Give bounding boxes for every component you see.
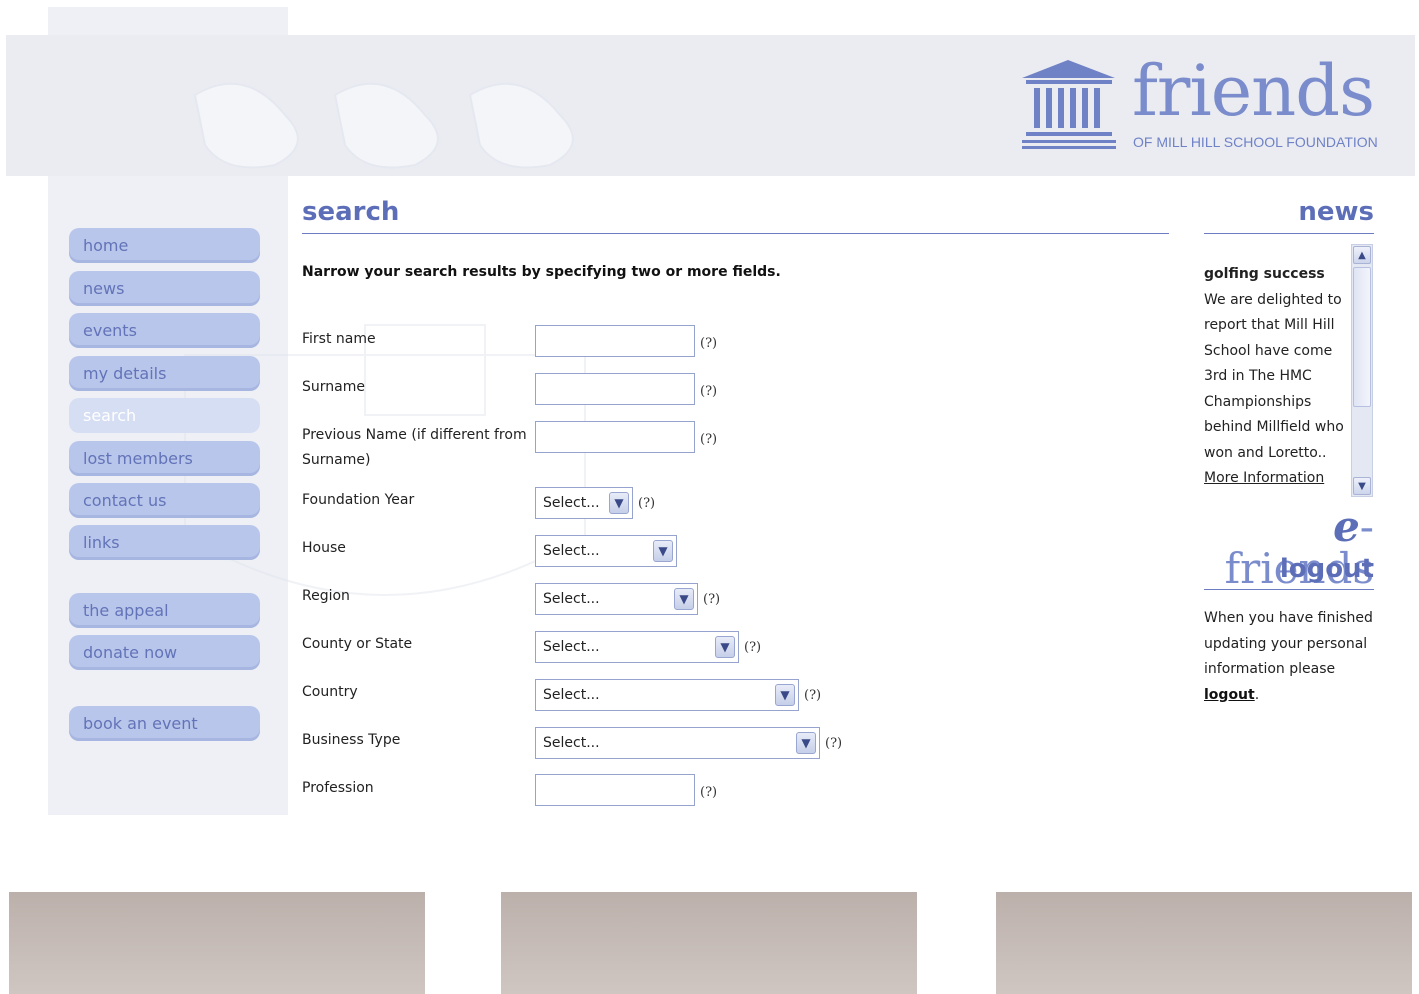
business-type-value: Select... — [543, 735, 600, 751]
county-label: County or State — [302, 636, 413, 652]
county-select[interactable]: Select... ▼ — [535, 631, 739, 663]
help-icon-first-name[interactable]: (?) — [700, 336, 717, 351]
logout-link[interactable]: logout — [1204, 687, 1255, 703]
county-value: Select... — [543, 639, 600, 655]
help-icon-county[interactable]: (?) — [744, 640, 761, 655]
help-icon-business-type[interactable]: (?) — [825, 736, 842, 751]
news-heading: news — [1298, 197, 1374, 227]
scroll-down-icon[interactable]: ▼ — [1353, 477, 1371, 495]
house-value: Select... — [543, 543, 600, 559]
house-select[interactable]: Select... ▼ — [535, 535, 677, 567]
chevron-down-icon: ▼ — [609, 492, 629, 514]
profession-input[interactable] — [535, 774, 695, 806]
help-icon-profession[interactable]: (?) — [700, 785, 717, 800]
news-text: We are delighted to report that Mill Hil… — [1204, 291, 1344, 461]
surname-input[interactable] — [535, 373, 695, 405]
chevron-down-icon: ▼ — [715, 636, 735, 658]
nav-lost-members[interactable]: lost members — [69, 441, 260, 476]
nav-my-details[interactable]: my details — [69, 356, 260, 391]
logout-period: . — [1254, 686, 1260, 703]
nav-book-an-event[interactable]: book an event — [69, 706, 260, 741]
previous-name-input[interactable] — [535, 421, 695, 453]
footer-panel-center — [501, 892, 917, 994]
business-type-select[interactable]: Select... ▼ — [535, 727, 820, 759]
foundation-year-select[interactable]: Select... ▼ — [535, 487, 633, 519]
nav-home[interactable]: home — [69, 228, 260, 263]
nav-news[interactable]: news — [69, 271, 260, 306]
help-icon-surname[interactable]: (?) — [700, 384, 717, 399]
chevron-down-icon: ▼ — [775, 684, 795, 706]
news-divider — [1204, 233, 1374, 234]
scroll-thumb[interactable] — [1353, 267, 1371, 407]
nav-links[interactable]: links — [69, 525, 260, 560]
region-value: Select... — [543, 591, 600, 607]
country-value: Select... — [543, 687, 600, 703]
logout-message: When you have finished updating your per… — [1204, 606, 1374, 708]
region-label: Region — [302, 588, 350, 604]
foundation-year-label: Foundation Year — [302, 492, 415, 508]
news-headline: golfing success — [1204, 266, 1325, 282]
chevron-down-icon: ▼ — [674, 588, 694, 610]
profession-label: Profession — [302, 780, 374, 796]
business-type-label: Business Type — [302, 732, 401, 748]
help-icon-country[interactable]: (?) — [804, 688, 821, 703]
help-icon-foundation-year[interactable]: (?) — [638, 496, 655, 511]
help-icon-region[interactable]: (?) — [703, 592, 720, 607]
logout-heading: logout — [1279, 554, 1374, 584]
first-name-label: First name — [302, 331, 376, 347]
news-scrollbar[interactable]: ▲ ▼ — [1351, 244, 1373, 497]
logout-text: When you have finished updating your per… — [1204, 610, 1373, 677]
nav-the-appeal[interactable]: the appeal — [69, 593, 260, 628]
country-label: Country — [302, 684, 358, 700]
more-information-link[interactable]: More Information — [1204, 466, 1349, 492]
chevron-down-icon: ▼ — [796, 732, 816, 754]
foundation-year-value: Select... — [543, 495, 600, 511]
scroll-up-icon[interactable]: ▲ — [1353, 246, 1371, 264]
page-title: search — [302, 197, 400, 227]
country-select[interactable]: Select... ▼ — [535, 679, 799, 711]
region-select[interactable]: Select... ▼ — [535, 583, 698, 615]
search-instructions: Narrow your search results by specifying… — [302, 264, 781, 280]
footer-panel-right — [996, 892, 1412, 994]
brand-subtitle: OF MILL HILL SCHOOL FOUNDATION — [1133, 134, 1378, 150]
logout-divider — [1204, 589, 1374, 590]
brand-name: friends — [1132, 50, 1375, 132]
surname-label: Surname — [302, 379, 365, 395]
nav-contact-us[interactable]: contact us — [69, 483, 260, 518]
news-item: golfing success We are delighted to repo… — [1204, 262, 1349, 492]
nav-search[interactable]: search — [69, 398, 260, 433]
previous-name-label: Previous Name (if different from Surname… — [302, 427, 527, 468]
footer-panel-left — [9, 892, 425, 994]
nav-events[interactable]: events — [69, 313, 260, 348]
help-icon-previous-name[interactable]: (?) — [700, 432, 717, 447]
house-label: House — [302, 540, 346, 556]
first-name-input[interactable] — [535, 325, 695, 357]
nav-donate-now[interactable]: donate now — [69, 635, 260, 670]
title-divider — [302, 233, 1169, 234]
chevron-down-icon: ▼ — [653, 540, 673, 562]
